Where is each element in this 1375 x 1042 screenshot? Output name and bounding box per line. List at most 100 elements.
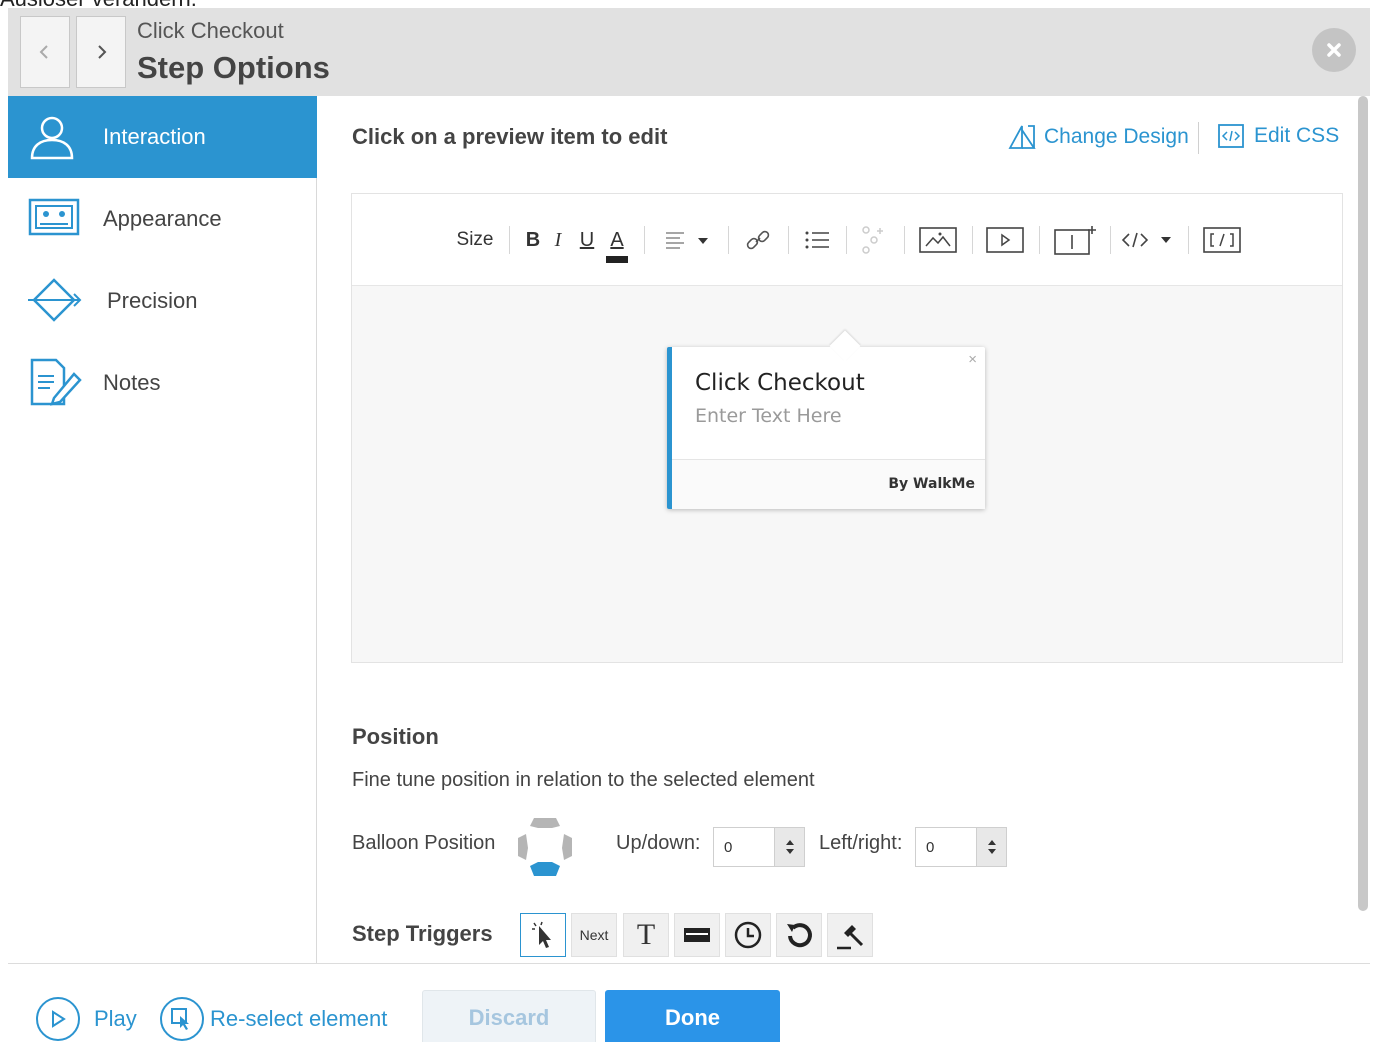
header: Click Checkout Step Options: [8, 8, 1370, 96]
pointer-click-icon: [532, 921, 551, 948]
user-icon: [30, 116, 74, 160]
steps-button[interactable]: [858, 224, 886, 256]
link-icon: [746, 230, 770, 250]
toolbar-divider: [728, 226, 729, 254]
updown-label: Up/down:: [616, 832, 701, 854]
image-icon: [919, 227, 957, 253]
image-icon: [28, 198, 80, 236]
leftright-stepper-arrows[interactable]: [976, 828, 1006, 866]
scrollbar[interactable]: [1357, 96, 1369, 911]
toolbar-divider: [1110, 226, 1111, 254]
shortcode-icon: [1203, 227, 1241, 253]
toolbar-divider: [904, 226, 905, 254]
trigger-type[interactable]: T: [623, 913, 669, 957]
leftright-stepper[interactable]: 0: [915, 827, 1007, 867]
field-plus-icon: [1054, 226, 1096, 255]
balloon-position-icon[interactable]: [516, 816, 574, 878]
reselect-label: Re-select element: [210, 1006, 388, 1031]
header-subtitle: Click Checkout: [137, 18, 284, 43]
updown-stepper-arrows[interactable]: [774, 828, 804, 866]
sidebar-item-label: Interaction: [103, 124, 206, 149]
add-field-button[interactable]: [1054, 224, 1096, 256]
edit-css-label: Edit CSS: [1254, 124, 1340, 147]
stepper-arrows-icon: [785, 840, 794, 854]
reselect-element-button[interactable]: Re-select element: [160, 997, 387, 1041]
shortcode-button[interactable]: [1202, 224, 1242, 256]
scrollbar-thumb[interactable]: [1358, 96, 1368, 911]
play-icon: [36, 997, 80, 1041]
toolbar-divider: [1188, 226, 1189, 254]
position-title: Position: [352, 724, 439, 749]
trigger-timer[interactable]: [725, 913, 771, 957]
change-design-label: Change Design: [1044, 125, 1189, 148]
done-button[interactable]: Done: [605, 990, 780, 1042]
gavel-icon: [837, 925, 864, 950]
balloon-arrow: [829, 330, 861, 362]
clock-icon: [734, 921, 762, 949]
edit-css-link[interactable]: Edit CSS: [1218, 124, 1339, 148]
balloon-branding: By WalkMe: [888, 476, 975, 492]
change-design-link[interactable]: Change Design: [1008, 124, 1189, 150]
leftright-label: Left/right:: [819, 832, 903, 854]
notes-icon: [30, 358, 82, 406]
bullet-list-icon: [805, 231, 829, 249]
sidebar-item-interaction[interactable]: Interaction: [8, 96, 317, 178]
chevron-right-icon: [98, 45, 107, 59]
trigger-click[interactable]: [520, 913, 566, 957]
trigger-hover[interactable]: [674, 913, 720, 957]
sidebar-item-notes[interactable]: Notes: [8, 342, 317, 424]
close-icon: [1327, 43, 1341, 57]
italic-button[interactable]: I: [548, 224, 568, 256]
bold-button[interactable]: B: [522, 224, 544, 256]
sidebar: Interaction Appearance Precision Notes: [8, 96, 317, 964]
close-button[interactable]: [1312, 28, 1356, 72]
preview-balloon[interactable]: × Click Checkout Enter Text Here By Walk…: [667, 330, 985, 509]
play-button[interactable]: Play: [36, 997, 137, 1041]
balloon-footer: By WalkMe: [672, 459, 985, 509]
toolbar-divider: [509, 226, 510, 254]
leftright-value[interactable]: 0: [926, 839, 934, 856]
target-icon: [28, 278, 82, 322]
balloon-title[interactable]: Click Checkout: [695, 370, 865, 396]
balloon-text[interactable]: Enter Text Here: [695, 405, 842, 427]
code-icon: [1121, 232, 1171, 248]
font-color-button[interactable]: A: [604, 224, 630, 256]
balloon-close-icon[interactable]: ×: [968, 351, 977, 368]
underline-button[interactable]: U: [576, 224, 598, 256]
trigger-refresh[interactable]: [776, 913, 822, 957]
sidebar-item-label: Appearance: [103, 206, 222, 231]
edit-hint: Click on a preview item to edit: [352, 124, 668, 149]
main-panel: Click on a preview item to edit Change D…: [318, 96, 1358, 964]
sidebar-item-precision[interactable]: Precision: [8, 260, 317, 342]
align-dropdown[interactable]: [662, 224, 712, 256]
position-description: Fine tune position in relation to the se…: [352, 769, 815, 791]
sidebar-item-label: Notes: [103, 370, 161, 395]
video-button[interactable]: [985, 224, 1025, 256]
step-triggers-title: Step Triggers: [352, 921, 493, 946]
code-dropdown[interactable]: [1120, 224, 1176, 256]
chevron-left-icon: [39, 45, 48, 59]
editor-toolbar: Size B I U A: [352, 194, 1342, 286]
stepper-arrows-icon: [987, 840, 996, 854]
image-button[interactable]: [918, 224, 958, 256]
sidebar-item-label: Precision: [107, 288, 198, 313]
footer-divider: [8, 963, 1370, 964]
updown-value[interactable]: 0: [724, 839, 732, 856]
play-label: Play: [94, 1006, 137, 1031]
refresh-icon: [787, 923, 812, 948]
discard-button[interactable]: Discard: [422, 990, 596, 1042]
font-color-swatch: [606, 256, 628, 263]
next-button[interactable]: [76, 16, 126, 88]
sidebar-item-appearance[interactable]: Appearance: [8, 178, 317, 260]
toolbar-divider: [846, 226, 847, 254]
toolbar-divider: [788, 226, 789, 254]
link-button[interactable]: [744, 224, 772, 256]
toolbar-divider: [972, 226, 973, 254]
trigger-action[interactable]: [827, 913, 873, 957]
preview-editor: Size B I U A × Click Checkout Enter Text…: [351, 193, 1343, 663]
list-button[interactable]: [802, 224, 832, 256]
updown-stepper[interactable]: 0: [713, 827, 805, 867]
prev-button[interactable]: [20, 16, 70, 88]
trigger-next[interactable]: Next: [571, 913, 617, 957]
size-button[interactable]: Size: [452, 224, 498, 256]
